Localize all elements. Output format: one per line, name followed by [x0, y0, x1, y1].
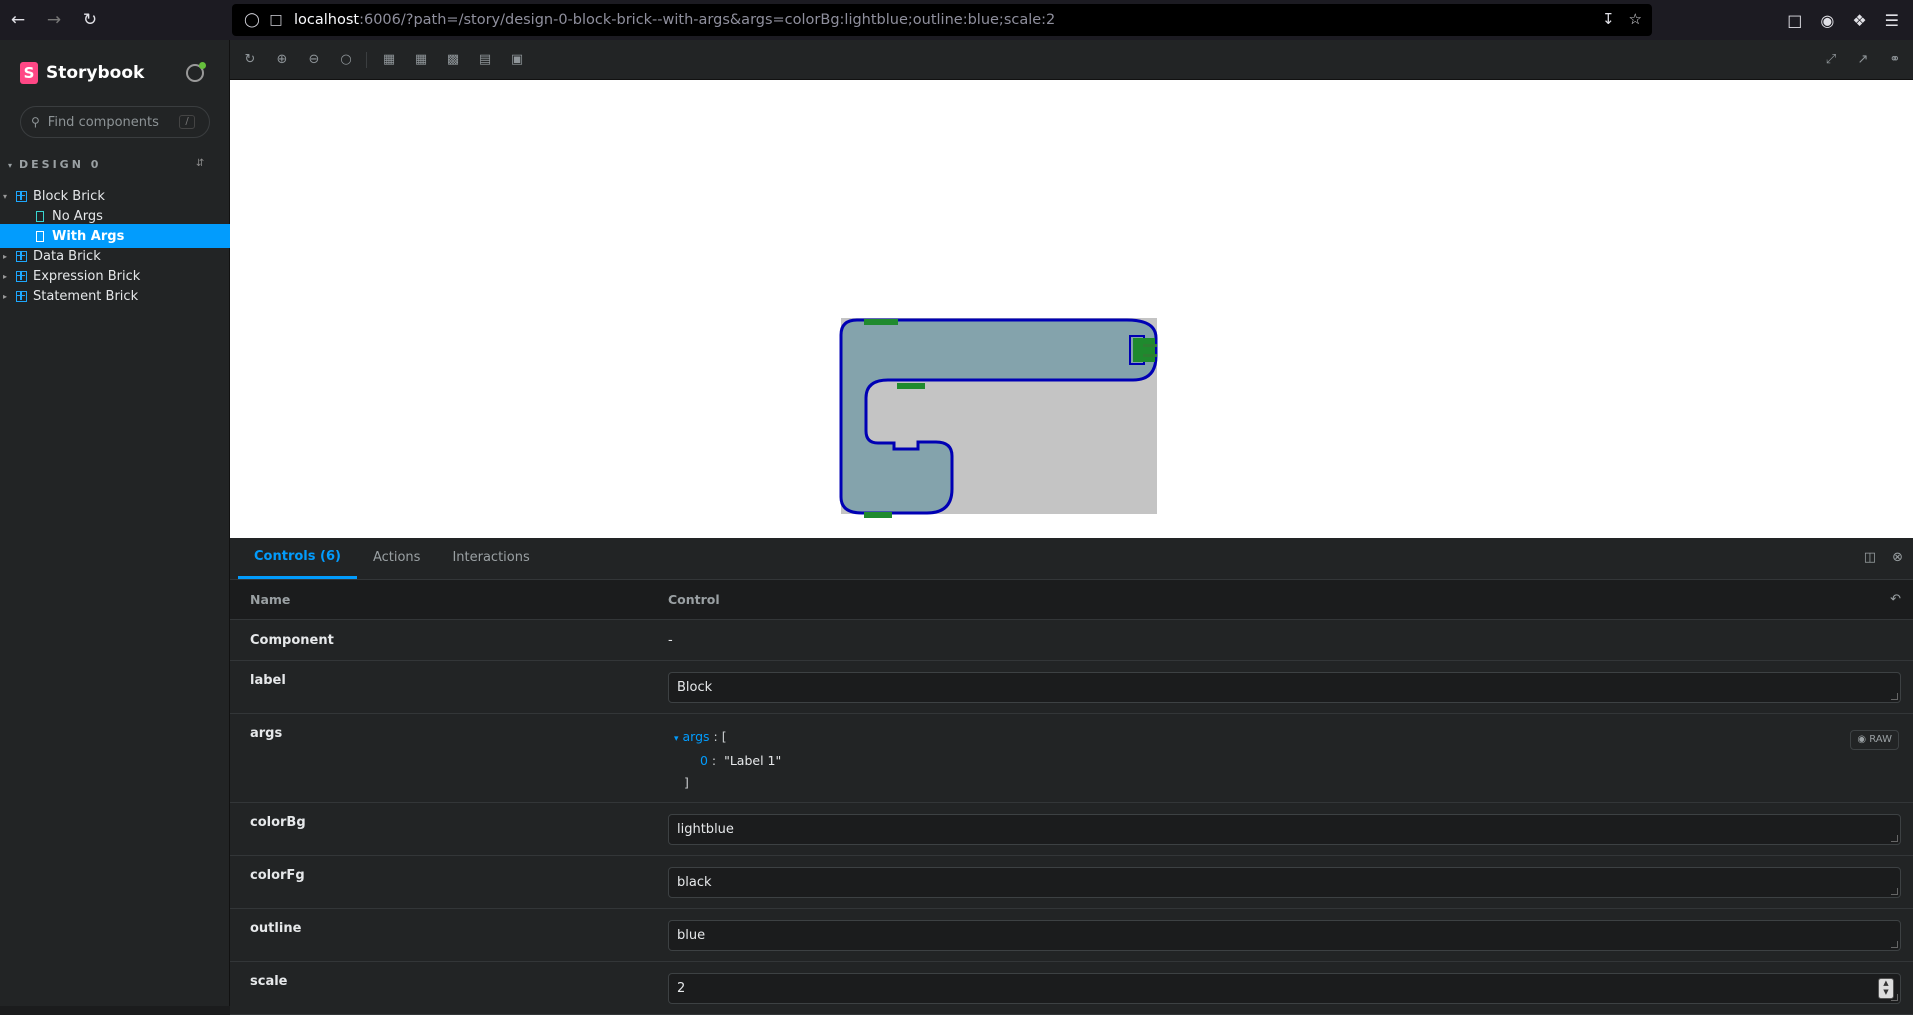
viewport-icon[interactable]: ▩	[444, 51, 462, 69]
control-row-colorfg: colorFg black	[230, 856, 1913, 909]
url-text[interactable]: localhost:6006/?path=/story/design-0-blo…	[294, 12, 1055, 28]
zoom-out-icon[interactable]: ⊖	[305, 51, 323, 69]
number-stepper[interactable]: ▲ ▼	[1878, 978, 1894, 999]
close-panel-icon[interactable]: ⊗	[1892, 550, 1903, 565]
browser-toolbar: ← → ↻ ◯ □ localhost:6006/?path=/story/de…	[0, 0, 1913, 40]
component-row: Component -	[230, 620, 1913, 661]
arg-connector	[1133, 338, 1155, 362]
grid-icon[interactable]: ▦	[412, 51, 430, 69]
header-control: Control	[668, 592, 720, 607]
eye-icon: ◉	[1857, 734, 1867, 745]
addons-panel: Controls (6) Actions Interactions ◫ ⊗ Na…	[230, 538, 1913, 1015]
control-row-colorbg: colorBg lightblue	[230, 803, 1913, 856]
reload-icon[interactable]: ↻	[72, 0, 108, 40]
arg-connector-line	[1143, 354, 1157, 357]
tab-actions[interactable]: Actions	[357, 537, 437, 579]
control-row-outline: outline blue	[230, 909, 1913, 962]
pocket-icon[interactable]: □	[1787, 11, 1802, 30]
arg-connector-line	[1143, 344, 1157, 347]
args-item-value[interactable]: "Label 1"	[724, 753, 781, 768]
story-icon	[36, 230, 44, 242]
raw-toggle-button[interactable]: ◉ RAW	[1850, 730, 1899, 750]
panel-orientation-icon[interactable]: ◫	[1864, 550, 1876, 565]
menu-icon[interactable]: ☰	[1885, 11, 1899, 30]
control-row-scale: scale 2 ▲ ▼	[230, 962, 1913, 1015]
colorfg-input[interactable]: black	[668, 867, 1901, 898]
outline-input[interactable]: blue	[668, 920, 1901, 951]
measure-icon[interactable]: ▤	[476, 51, 494, 69]
panel-tabs: Controls (6) Actions Interactions	[230, 538, 1913, 580]
control-row-args: args ▾ args : [ 0 : "Label 1" ] ◉ RAW	[230, 714, 1913, 803]
forward-icon[interactable]: →	[36, 0, 72, 40]
tab-controls[interactable]: Controls (6)	[238, 537, 357, 579]
search-shortcut: /	[179, 115, 195, 129]
expand-collapse-icon[interactable]: ⇵	[196, 158, 204, 169]
open-new-tab-icon[interactable]: ↗	[1854, 51, 1872, 69]
block-brick-preview[interactable]	[230, 80, 1913, 538]
shield-icon[interactable]: ◯	[240, 12, 264, 28]
control-row-label: label Block	[230, 661, 1913, 714]
outline-icon[interactable]: ▣	[508, 51, 526, 69]
zoom-reset-icon[interactable]: ○	[337, 51, 355, 69]
search-icon: ⚲	[31, 115, 40, 129]
zoom-in-icon[interactable]: ⊕	[273, 51, 291, 69]
remount-icon[interactable]: ↻	[241, 51, 259, 69]
label-input[interactable]: Block	[668, 672, 1901, 703]
inner-connector	[897, 383, 925, 389]
controls-header: Name Control ↶	[230, 580, 1913, 620]
url-bar[interactable]: ◯ □ localhost:6006/?path=/story/design-0…	[232, 4, 1652, 36]
component-icon	[16, 290, 27, 302]
component-icon	[16, 270, 27, 282]
storybook-logo[interactable]: S Storybook	[20, 62, 144, 84]
sidebar: S Storybook ⚲ Find components / ▾ DESIGN …	[0, 40, 230, 1006]
tab-interactions[interactable]: Interactions	[436, 537, 545, 579]
caret-down-icon: ▾	[2, 191, 7, 201]
component-icon	[16, 190, 27, 202]
back-icon[interactable]: ←	[0, 0, 36, 40]
bookmark-star-icon[interactable]: ☆	[1629, 10, 1642, 28]
bottom-connector	[864, 512, 892, 518]
sidebar-item-statement-brick[interactable]: ▸ Statement Brick	[0, 284, 230, 308]
canvas-toolbar: ↻ ⊕ ⊖ ○ ▦ ▦ ▩ ▤ ▣ ⤢ ↗ ⚭	[230, 40, 1913, 80]
search-input[interactable]: ⚲ Find components /	[20, 106, 210, 138]
page-icon: □	[269, 12, 283, 28]
colorbg-input[interactable]: lightblue	[668, 814, 1901, 845]
header-name: Name	[250, 592, 291, 607]
brand-name: Storybook	[46, 63, 145, 83]
account-icon[interactable]: ◉	[1820, 11, 1834, 30]
search-placeholder: Find components	[47, 114, 159, 130]
extensions-icon[interactable]: ❖	[1852, 11, 1866, 30]
component-icon	[16, 250, 27, 262]
args-object-editor[interactable]: ▾ args : [ 0 : "Label 1" ]	[674, 726, 781, 794]
storybook-icon: S	[20, 62, 38, 84]
scale-input[interactable]: 2 ▲ ▼	[668, 973, 1901, 1004]
caret-right-icon: ▸	[2, 251, 7, 261]
download-icon[interactable]: ↧	[1602, 10, 1615, 28]
fullscreen-icon[interactable]: ⤢	[1822, 51, 1840, 69]
toolbar-divider	[366, 52, 367, 68]
story-canvas	[230, 80, 1913, 538]
background-icon[interactable]: ▦	[380, 51, 398, 69]
caret-right-icon: ▸	[2, 291, 7, 301]
copy-link-icon[interactable]: ⚭	[1886, 51, 1904, 69]
group-header[interactable]: ▾ DESIGN 0	[8, 158, 208, 171]
top-connector	[864, 319, 898, 325]
caret-down-icon: ▾	[8, 161, 16, 170]
settings-icon[interactable]	[186, 62, 206, 82]
story-icon	[36, 210, 44, 222]
collapse-caret-icon[interactable]: ▾	[674, 734, 679, 744]
caret-right-icon: ▸	[2, 271, 7, 281]
reset-icon[interactable]: ↶	[1890, 592, 1901, 607]
